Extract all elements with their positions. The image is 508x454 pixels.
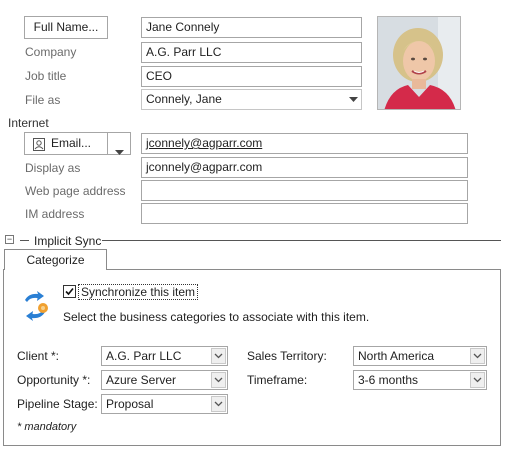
im-address-field[interactable]	[141, 203, 468, 224]
opportunity-value: Azure Server	[106, 373, 177, 387]
client-value: A.G. Parr LLC	[106, 349, 182, 363]
sales-territory-dropdown[interactable]: North America	[353, 346, 487, 366]
chevron-down-icon	[470, 372, 485, 388]
instruction-text: Select the business categories to associ…	[63, 310, 370, 324]
display-as-value: jconnely@agparr.com	[146, 160, 263, 174]
file-as-value: Connely, Jane	[146, 92, 222, 106]
chevron-down-icon	[114, 141, 124, 162]
pipeline-stage-value: Proposal	[106, 397, 154, 411]
web-page-label: Web page address	[25, 184, 126, 198]
file-as-combo[interactable]: Connely, Jane	[141, 89, 362, 110]
timeframe-dropdown[interactable]: 3-6 months	[353, 370, 487, 390]
email-field[interactable]: jconnely@agparr.com	[141, 133, 468, 154]
section-rule-left	[20, 240, 29, 241]
mandatory-note: * mandatory	[17, 421, 77, 433]
company-label: Company	[25, 45, 77, 59]
job-title-value: CEO	[146, 69, 173, 83]
chevron-down-icon	[211, 396, 226, 412]
internet-section-label: Internet	[8, 116, 49, 130]
im-address-label: IM address	[25, 207, 85, 221]
section-rule-right	[102, 240, 501, 241]
file-as-label: File as	[25, 93, 61, 107]
web-page-field[interactable]	[141, 180, 468, 201]
tab-categorize-label: Categorize	[26, 253, 85, 267]
sync-arrows-icon	[19, 290, 51, 322]
sales-territory-value: North America	[358, 349, 435, 363]
tab-categorize[interactable]: Categorize	[4, 249, 107, 270]
pipeline-stage-dropdown[interactable]: Proposal	[101, 394, 228, 414]
full-name-button-label: Full Name...	[33, 20, 99, 34]
email-button-label: Email...	[51, 136, 92, 150]
timeframe-label: Timeframe:	[247, 373, 308, 387]
full-name-value: Jane Connely	[146, 20, 220, 34]
pipeline-stage-label: Pipeline Stage:	[17, 397, 98, 411]
company-value: A.G. Parr LLC	[146, 45, 222, 59]
job-title-label: Job title	[25, 69, 67, 83]
chevron-down-icon	[211, 372, 226, 388]
job-title-field[interactable]: CEO	[141, 66, 362, 87]
timeframe-value: 3-6 months	[358, 373, 419, 387]
chevron-down-icon[interactable]	[345, 90, 361, 109]
sales-territory-label: Sales Territory:	[247, 349, 327, 363]
email-button[interactable]: Email...	[24, 132, 108, 155]
contact-card-icon	[33, 137, 45, 158]
chevron-down-icon	[470, 348, 485, 364]
categorize-panel: Synchronize this item Select the busines…	[3, 269, 501, 446]
client-dropdown[interactable]: A.G. Parr LLC	[101, 346, 228, 366]
company-field[interactable]: A.G. Parr LLC	[141, 42, 362, 63]
chevron-down-icon	[211, 348, 226, 364]
display-as-field[interactable]: jconnely@agparr.com	[141, 157, 468, 178]
implicit-sync-title: Implicit Sync	[34, 234, 102, 248]
collapse-toggle[interactable]: −	[5, 235, 14, 244]
full-name-button[interactable]: Full Name...	[24, 16, 108, 39]
email-type-dropdown[interactable]	[107, 132, 131, 155]
minus-icon: −	[6, 234, 13, 244]
full-name-field[interactable]: Jane Connely	[141, 17, 362, 38]
opportunity-dropdown[interactable]: Azure Server	[101, 370, 228, 390]
client-label: Client *:	[17, 349, 60, 363]
checkmark-icon	[65, 287, 74, 296]
opportunity-label: Opportunity *:	[17, 373, 91, 387]
sync-checkbox-label[interactable]: Synchronize this item	[78, 284, 199, 300]
display-as-label: Display as	[25, 161, 81, 175]
sync-checkbox[interactable]	[63, 285, 76, 298]
email-value: jconnely@agparr.com	[146, 136, 263, 150]
contact-photo[interactable]	[377, 16, 461, 110]
